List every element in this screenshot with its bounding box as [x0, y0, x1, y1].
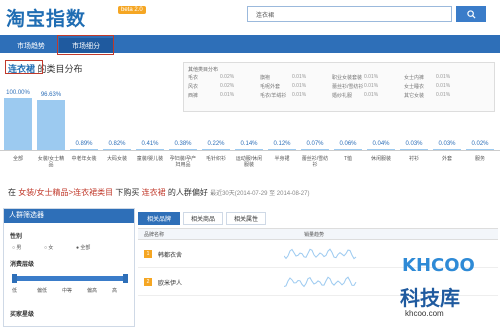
gender-label: 性别	[10, 234, 23, 240]
crowd-filter-panel: 人群筛选器 性别 ○ 男 ○ 女 ● 全部 消费层级 买家星级 低 偏低 中等 偏高 高	[3, 208, 135, 327]
date-range: 最近30天(2014-07-29 至 2014-08-27)	[210, 191, 310, 197]
chart-category-label[interactable]: 服务	[465, 156, 495, 162]
chart-data-label: 0.03%	[405, 141, 423, 147]
sales-trend-sparkline	[284, 248, 357, 260]
spend-level-slider[interactable]	[12, 274, 128, 283]
gender-option-female-label: 女	[48, 245, 54, 251]
slider-fill	[12, 276, 128, 281]
other-category-name: 职业女装套装	[332, 75, 363, 81]
chart-data-label: 0.04%	[372, 141, 390, 147]
tab-market-trend[interactable]: 市场趋势	[6, 38, 56, 53]
watermark-cn: 科技库	[400, 286, 460, 310]
chart-data-label: 0.38%	[174, 141, 192, 147]
chart-category-label[interactable]: 休闲服装	[366, 156, 396, 162]
search-input-value: 连衣裙	[256, 13, 275, 19]
brand-name[interactable]: 韩都衣舍	[158, 250, 182, 259]
chart-data-label: 0.07%	[306, 141, 324, 147]
sales-trend-sparkline	[284, 276, 357, 288]
title-prefix: 在	[8, 188, 16, 197]
chart-data-label: 0.06%	[339, 141, 357, 147]
category-title-suffix: 的类目分布	[37, 64, 83, 74]
filter-title: 人群筛选器	[4, 209, 134, 223]
other-category-value: 0.01%	[364, 74, 379, 80]
chart-data-label: 0.89%	[75, 141, 93, 147]
spend-level-option[interactable]: 中等	[62, 287, 72, 294]
chart-data-label: 0.82%	[108, 141, 126, 147]
rank-badge: 1	[144, 250, 152, 258]
chart-category-label[interactable]: 半身裙	[267, 156, 297, 162]
sparkline-path	[284, 248, 357, 260]
beta-badge: beta 2.0	[118, 6, 146, 14]
crowd-preference-title: 在 女装/女士精品>连衣裙类目 下购买 连衣裙 的人群偏好 最近30天(2014…	[8, 187, 309, 198]
chart-bar[interactable]	[37, 99, 65, 150]
gender-option-male[interactable]: ○ 男	[12, 244, 21, 251]
other-category-value: 0.01%	[436, 74, 451, 80]
chart-data-label: 0.22%	[207, 141, 225, 147]
chart-data-label: 0.41%	[141, 141, 159, 147]
chart-category-label[interactable]: 毛针织衫	[201, 156, 231, 162]
brand-table-header: 品牌名称 销量趋势	[138, 228, 498, 240]
other-category-title: 其他类目分布	[188, 67, 219, 73]
other-category-value: 0.02%	[220, 74, 235, 80]
chart-category-label[interactable]: 运动服/休闲服装	[234, 156, 264, 168]
search-button[interactable]	[456, 6, 486, 22]
other-category-name: 毛衣	[188, 75, 199, 81]
sparkline-path	[284, 276, 357, 288]
chart-category-label[interactable]: 外套	[432, 156, 462, 162]
other-category-name: 女士内裤	[404, 75, 425, 81]
chart-data-label: 0.03%	[438, 141, 456, 147]
spend-level-label: 消费层级	[10, 262, 35, 268]
rank-badge: 2	[144, 278, 152, 286]
chart-data-label: 0.12%	[273, 141, 291, 147]
title-suffix: 的人群偏好	[167, 188, 208, 197]
chart-category-label[interactable]: 大码女装	[102, 156, 132, 162]
title-mid: 下购买	[115, 188, 140, 197]
spend-level-option[interactable]: 偏低	[37, 287, 47, 294]
chart-category-label[interactable]: 衬衫	[399, 156, 429, 162]
col-brand: 品牌名称	[144, 232, 165, 238]
category-path-link[interactable]: 女装/女士精品>连衣裙类目	[18, 188, 113, 197]
slider-handle-left[interactable]	[12, 274, 17, 283]
buyer-star-label: 买家星级	[10, 312, 35, 318]
slider-handle-right[interactable]	[123, 274, 128, 283]
spend-level-option[interactable]: 偏高	[87, 287, 97, 294]
chart-category-label[interactable]: T恤	[333, 156, 363, 162]
chart-category-label[interactable]: 蕾丝衫/雪纺衫	[300, 156, 330, 168]
watermark-url: khcoo.com	[405, 309, 444, 318]
chart-data-label: 100.00%	[6, 90, 30, 96]
gender-option-female[interactable]: ○ 女	[44, 244, 53, 251]
gender-option-male-label: 男	[16, 245, 22, 251]
highlight-box-tab	[57, 35, 114, 55]
gender-option-all[interactable]: ● 全部	[76, 244, 90, 251]
chart-bar[interactable]	[4, 98, 32, 150]
chart-data-label: 0.02%	[471, 141, 489, 147]
search-input[interactable]: 连衣裙	[247, 6, 452, 22]
header: 淘宝指数 beta 2.0 连衣裙	[0, 0, 500, 33]
tab-related-attr[interactable]: 相关属性	[226, 212, 266, 225]
spend-level-option[interactable]: 高	[112, 287, 117, 294]
chart-category-label[interactable]: 孕妇装/孕产妇用品	[168, 156, 198, 168]
spend-level-option[interactable]: 低	[12, 287, 17, 294]
highlight-box-keyword	[5, 60, 43, 74]
title-keyword: 连衣裙	[141, 188, 166, 197]
logo[interactable]: 淘宝指数	[6, 4, 86, 31]
brand-name[interactable]: 欧米伊人	[158, 278, 182, 287]
chart-axis	[0, 150, 500, 151]
other-category-name: 旗袍	[260, 75, 271, 81]
tab-related-brand[interactable]: 相关品牌	[138, 212, 180, 225]
chart-data-label: 96.63%	[40, 91, 62, 98]
search-icon	[466, 9, 476, 19]
watermark-logo: KHCOO	[402, 255, 475, 276]
col-trend: 销量趋势	[304, 232, 325, 238]
chart-data-label: 0.14%	[240, 141, 258, 147]
chart-category-label[interactable]: 中老年女装	[69, 156, 99, 162]
chart-category-label[interactable]: 全部	[3, 156, 33, 162]
tab-related-goods[interactable]: 相关商品	[183, 212, 223, 225]
other-category-value: 0.01%	[292, 74, 307, 80]
gender-option-all-label: 全部	[80, 245, 91, 251]
chart-category-label[interactable]: 童装/婴儿装	[135, 156, 165, 162]
chart-category-label[interactable]: 女装/女士精品	[36, 156, 66, 168]
